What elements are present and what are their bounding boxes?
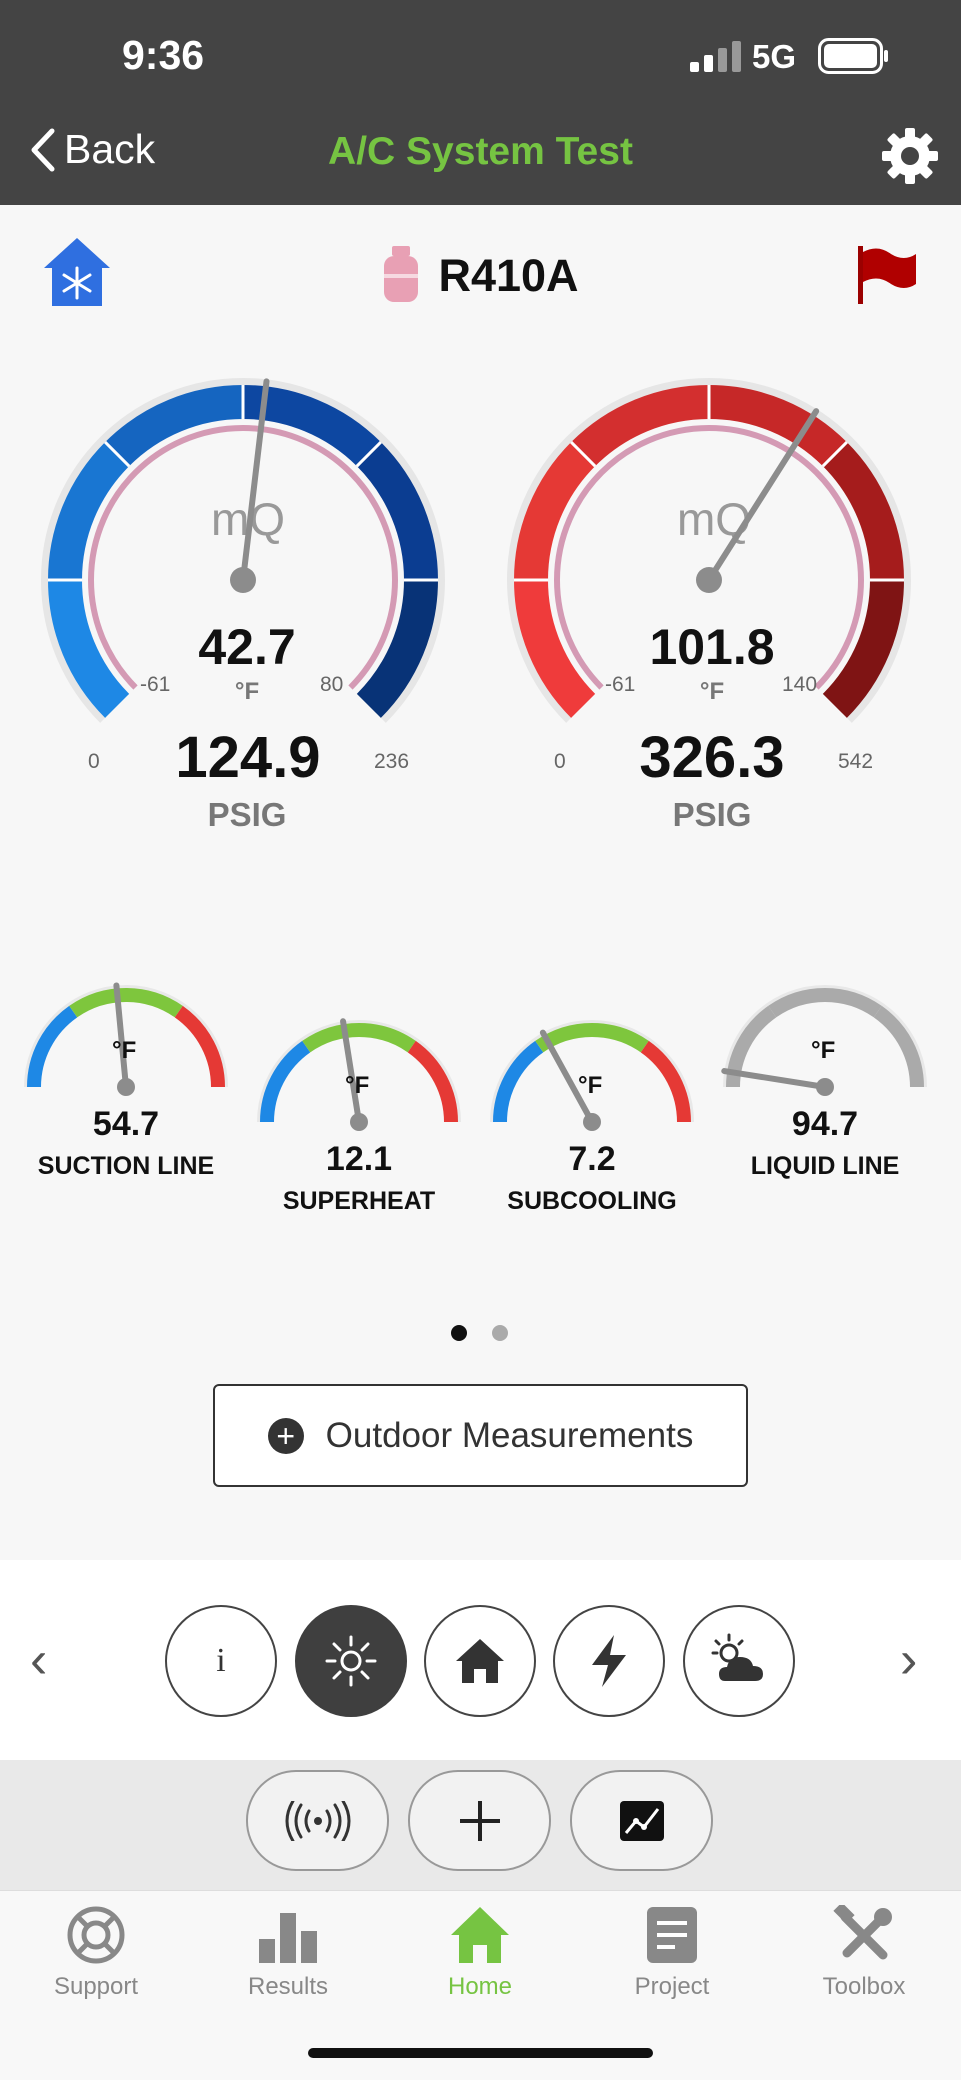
- tab-home[interactable]: Home: [384, 1905, 576, 2001]
- wireless-icon: [285, 1800, 350, 1841]
- small-gauge-segment: [27, 1005, 78, 1088]
- info-button[interactable]: i: [165, 1605, 277, 1717]
- signal-icon: [690, 41, 741, 72]
- low-pressure-value: 124.9: [175, 725, 321, 790]
- small-gauge-hub: [350, 1113, 368, 1131]
- low-press-max: 236: [374, 750, 410, 773]
- small-gauge-segment: [493, 1040, 544, 1123]
- small-gauge-label: SUBCOOLING: [507, 1187, 677, 1215]
- gear-icon[interactable]: [880, 126, 940, 186]
- high-pressure-gauge: mQ: [507, 378, 911, 723]
- small-gauge-hub: [816, 1078, 834, 1096]
- electrical-button[interactable]: [553, 1605, 665, 1717]
- tab-toolbox[interactable]: Toolbox: [768, 1905, 960, 2001]
- add-button[interactable]: [408, 1770, 551, 1871]
- tab-project[interactable]: Project: [576, 1905, 768, 2001]
- flag-icon[interactable]: [856, 246, 918, 304]
- low-pressure-gauge: mQ: [41, 378, 445, 723]
- gauge-logo: mQ: [677, 493, 751, 545]
- refrigerant-name: R410A: [438, 250, 579, 301]
- high-temp-value: 101.8: [649, 619, 775, 675]
- plus-icon: [459, 1800, 500, 1841]
- small-gauge-segment: [69, 988, 183, 1018]
- small-gauge-hub: [117, 1078, 135, 1096]
- gauge-hub: [230, 567, 256, 593]
- bar-chart-icon: [259, 1913, 317, 1963]
- cloud-sun-icon: [711, 1633, 763, 1681]
- small-gauge-unit: °F: [811, 1037, 836, 1064]
- chevron-right-icon[interactable]: ›: [900, 1630, 917, 1690]
- small-gauge-value: 12.1: [325, 1140, 393, 1178]
- small-gauge-hub: [583, 1113, 601, 1131]
- small-gauge-label: LIQUID LINE: [750, 1152, 900, 1180]
- small-gauge-unit: °F: [578, 1072, 603, 1099]
- lifebuoy-icon: [67, 1906, 125, 1964]
- small-gauge-segment: [640, 1040, 691, 1123]
- small-gauge-segment: [535, 1023, 649, 1053]
- battery-icon: [818, 38, 888, 74]
- small-gauge-segment: [174, 1005, 225, 1088]
- refrigerant-header: R410A: [0, 246, 961, 306]
- low-temp-unit: °F: [234, 678, 260, 705]
- top-bar: [0, 0, 961, 205]
- small-gauge-label: SUCTION LINE: [37, 1152, 215, 1180]
- gauge-hub: [696, 567, 722, 593]
- page-dot-2[interactable]: [492, 1325, 508, 1341]
- weather-button[interactable]: [683, 1605, 795, 1717]
- tab-home-label: Home: [447, 1973, 513, 2000]
- low-temp-min: -61: [140, 673, 171, 696]
- small-gauge-value: 54.7: [92, 1105, 160, 1143]
- sun-button[interactable]: [295, 1605, 407, 1717]
- tab-project-label: Project: [634, 1973, 710, 2000]
- small-gauge-segment: [302, 1023, 416, 1053]
- tab-results[interactable]: Results: [192, 1905, 384, 2001]
- chart-button[interactable]: [570, 1770, 713, 1871]
- small-gauge-value: 94.7: [791, 1105, 859, 1143]
- small-gauge-segment: [260, 1040, 311, 1123]
- low-temp-max: 80: [320, 673, 344, 696]
- small-gauge-value: 7.2: [568, 1140, 616, 1178]
- small-gauge-unit: °F: [345, 1072, 370, 1099]
- outdoor-measurements-label: Outdoor Measurements: [325, 1415, 694, 1455]
- document-icon: [647, 1907, 697, 1963]
- small-gauge-segment: [873, 1005, 924, 1088]
- tab-support[interactable]: Support: [0, 1905, 192, 2001]
- home-indicator: [308, 2048, 653, 2058]
- low-press-min: 0: [88, 750, 100, 773]
- high-temp-max: 140: [782, 673, 818, 696]
- small-gauge-segment: [768, 988, 882, 1018]
- refrigerant-tank-icon: [384, 246, 419, 302]
- house-icon: [456, 1639, 504, 1683]
- high-pressure-unit: PSIG: [672, 796, 752, 833]
- chart-icon: [619, 1800, 664, 1841]
- tools-icon: [833, 1905, 892, 1960]
- sun-icon: [325, 1635, 377, 1687]
- status-time: 9:36: [122, 32, 205, 78]
- high-pressure-value: 326.3: [639, 725, 785, 790]
- home-icon: [451, 1907, 509, 1963]
- high-temp-min: -61: [605, 673, 636, 696]
- chevron-left-icon[interactable]: ‹: [30, 1630, 47, 1690]
- small-gauge-label: SUPERHEAT: [282, 1187, 436, 1215]
- lightning-icon: [592, 1635, 626, 1687]
- tab-support-label: Support: [53, 1973, 139, 2000]
- outdoor-measurements-button[interactable]: + Outdoor Measurements: [213, 1384, 748, 1487]
- page-dot-1[interactable]: [451, 1325, 467, 1341]
- high-press-max: 542: [838, 750, 874, 773]
- high-press-min: 0: [554, 750, 566, 773]
- low-temp-value: 42.7: [198, 619, 296, 675]
- house-button[interactable]: [424, 1605, 536, 1717]
- small-gauge-unit: °F: [112, 1037, 137, 1064]
- network-type: 5G: [752, 38, 797, 75]
- high-temp-unit: °F: [699, 678, 725, 705]
- low-pressure-unit: PSIG: [207, 796, 287, 833]
- tab-results-label: Results: [247, 1973, 329, 2000]
- small-gauge-segment: [407, 1040, 458, 1123]
- tab-toolbox-label: Toolbox: [822, 1973, 906, 2000]
- page-title: A/C System Test: [328, 130, 633, 173]
- plus-circle-icon: +: [267, 1417, 304, 1454]
- info-icon: i: [216, 1642, 226, 1679]
- wireless-button[interactable]: [246, 1770, 389, 1871]
